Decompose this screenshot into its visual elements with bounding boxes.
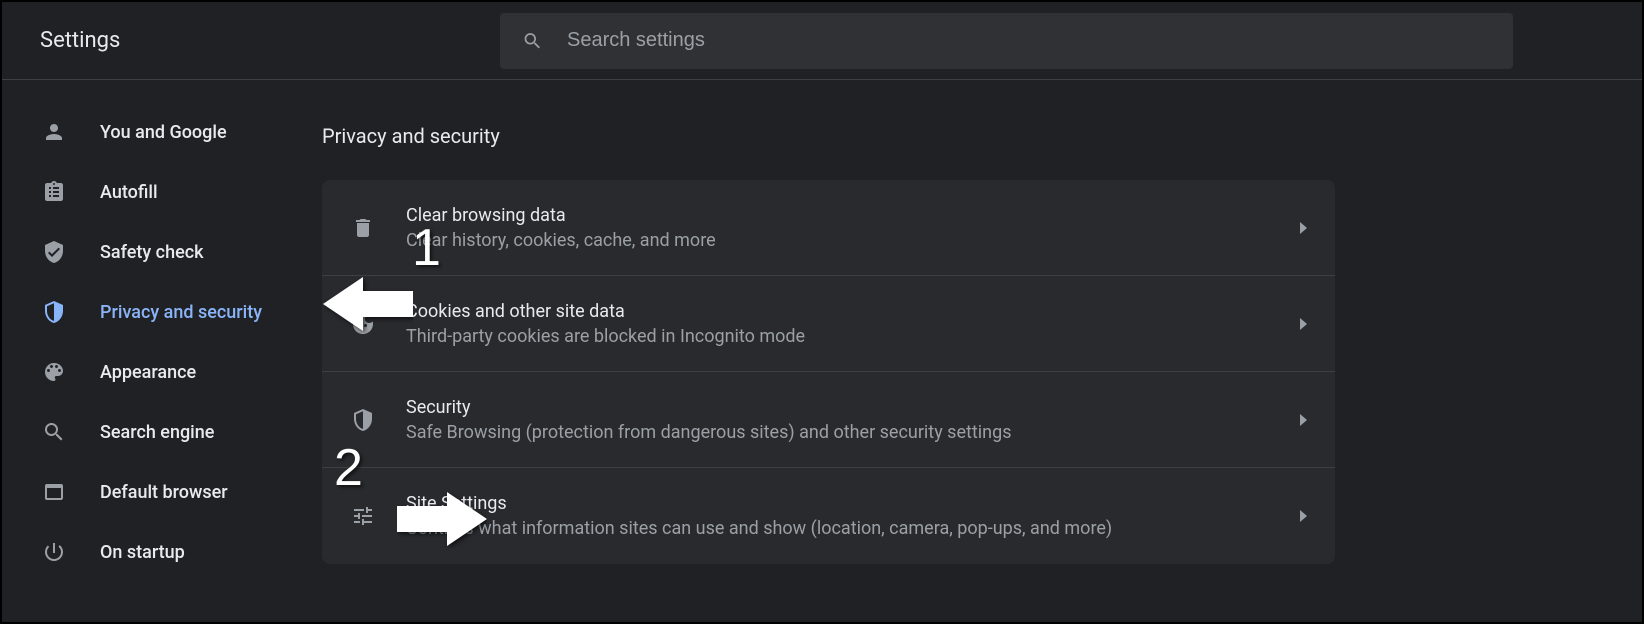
search-icon <box>42 420 66 444</box>
card-item-subtitle: Clear history, cookies, cache, and more <box>406 230 1300 251</box>
privacy-card: Clear browsing data Clear history, cooki… <box>322 180 1335 564</box>
sidebar-item-you-and-google[interactable]: You and Google <box>2 102 322 162</box>
shield-check-icon <box>42 240 66 264</box>
sidebar-item-label: On startup <box>100 542 185 563</box>
annotation-number-1: 1 <box>412 218 441 278</box>
sidebar-item-label: You and Google <box>100 122 227 143</box>
sidebar-item-appearance[interactable]: Appearance <box>2 342 322 402</box>
search-icon <box>522 30 543 52</box>
person-icon <box>42 120 66 144</box>
sidebar-item-safety-check[interactable]: Safety check <box>2 222 322 282</box>
sidebar-item-privacy-and-security[interactable]: Privacy and security <box>2 282 322 342</box>
page-title: Settings <box>40 28 500 53</box>
card-item-title: Security <box>406 397 1300 418</box>
card-item-subtitle: Controls what information sites can use … <box>406 518 1300 539</box>
chevron-right-icon <box>1300 510 1307 522</box>
sidebar-item-label: Safety check <box>100 242 204 263</box>
clipboard-icon <box>42 180 66 204</box>
section-title: Privacy and security <box>322 124 1642 148</box>
card-item-cookies[interactable]: Cookies and other site data Third-party … <box>322 276 1335 372</box>
search-input[interactable] <box>567 29 1491 52</box>
main-content: Privacy and security Clear browsing data… <box>322 80 1642 582</box>
sidebar-item-label: Search engine <box>100 422 214 443</box>
card-item-security[interactable]: Security Safe Browsing (protection from … <box>322 372 1335 468</box>
annotation-number-2: 2 <box>334 438 363 498</box>
sidebar-item-default-browser[interactable]: Default browser <box>2 462 322 522</box>
palette-icon <box>42 360 66 384</box>
cookie-icon <box>350 311 376 337</box>
sidebar: You and Google Autofill Safety check Pri… <box>2 80 322 582</box>
search-container[interactable] <box>500 13 1513 69</box>
sidebar-item-label: Default browser <box>100 482 228 503</box>
chevron-right-icon <box>1300 318 1307 330</box>
chevron-right-icon <box>1300 414 1307 426</box>
card-item-site-settings[interactable]: Site Settings Controls what information … <box>322 468 1335 564</box>
sidebar-item-label: Appearance <box>100 362 196 383</box>
sidebar-item-label: Privacy and security <box>100 302 262 323</box>
tune-icon <box>350 503 376 529</box>
card-item-title: Cookies and other site data <box>406 301 1300 322</box>
power-icon <box>42 540 66 564</box>
sidebar-item-on-startup[interactable]: On startup <box>2 522 322 582</box>
chevron-right-icon <box>1300 222 1307 234</box>
card-item-subtitle: Safe Browsing (protection from dangerous… <box>406 422 1300 443</box>
shield-icon <box>42 300 66 324</box>
trash-icon <box>350 215 376 241</box>
sidebar-item-autofill[interactable]: Autofill <box>2 162 322 222</box>
sidebar-item-label: Autofill <box>100 182 158 203</box>
card-item-subtitle: Third-party cookies are blocked in Incog… <box>406 326 1300 347</box>
shield-icon <box>350 407 376 433</box>
browser-icon <box>42 480 66 504</box>
sidebar-item-search-engine[interactable]: Search engine <box>2 402 322 462</box>
card-item-title: Site Settings <box>406 493 1300 514</box>
card-item-title: Clear browsing data <box>406 205 1300 226</box>
card-item-clear-browsing-data[interactable]: Clear browsing data Clear history, cooki… <box>322 180 1335 276</box>
